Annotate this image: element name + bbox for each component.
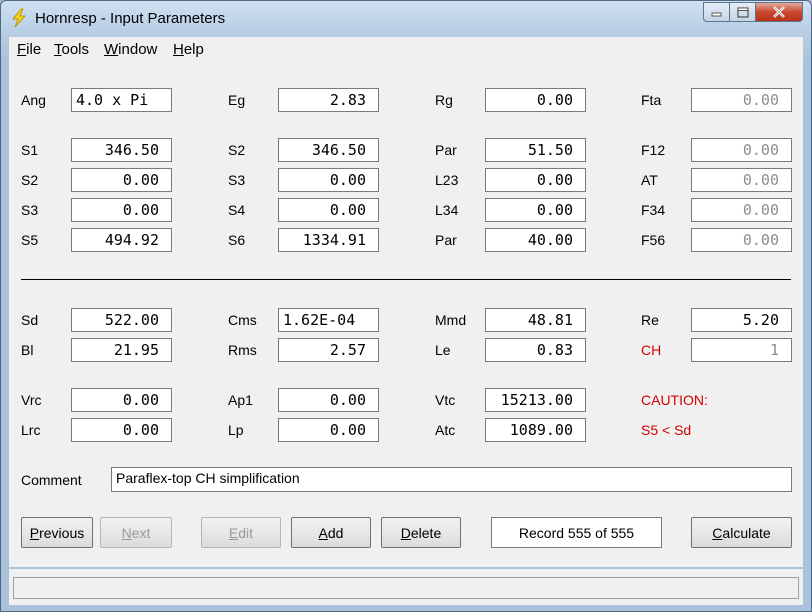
sd-field[interactable]: 522.00 xyxy=(71,308,172,332)
mmd-field[interactable]: 48.81 xyxy=(485,308,586,332)
close-button[interactable] xyxy=(756,2,803,22)
s3-second-field[interactable]: 0.00 xyxy=(71,198,172,222)
label-ang: Ang xyxy=(21,92,46,108)
f12-field: 0.00 xyxy=(691,138,792,162)
at-field: 0.00 xyxy=(691,168,792,192)
le-field[interactable]: 0.83 xyxy=(485,338,586,362)
f56-field: 0.00 xyxy=(691,228,792,252)
window-title: Hornresp - Input Parameters xyxy=(35,10,226,27)
label-le: Le xyxy=(435,342,451,358)
label-rg: Rg xyxy=(435,92,453,108)
label-re: Re xyxy=(641,312,659,328)
s2-field[interactable]: 346.50 xyxy=(278,138,379,162)
fta-field: 0.00 xyxy=(691,88,792,112)
ch-field: 1 xyxy=(691,338,792,362)
s5-field[interactable]: 494.92 xyxy=(71,228,172,252)
label-rms: Rms xyxy=(228,342,257,358)
vtc-field[interactable]: 15213.00 xyxy=(485,388,586,412)
menu-file[interactable]: File xyxy=(17,41,41,58)
lrc-field[interactable]: 0.00 xyxy=(71,418,172,442)
label-ap1: Ap1 xyxy=(228,392,253,408)
label-s6: S6 xyxy=(228,232,246,248)
label-atc: Atc xyxy=(435,422,456,438)
label-vrc: Vrc xyxy=(21,392,42,408)
s4-field[interactable]: 0.00 xyxy=(278,198,379,222)
delete-button[interactable]: Delete xyxy=(381,517,461,548)
section-divider xyxy=(21,279,791,280)
f34-field: 0.00 xyxy=(691,198,792,222)
label-bl: Bl xyxy=(21,342,34,358)
eg-field[interactable]: 2.83 xyxy=(278,88,379,112)
label-s3-second: S3 xyxy=(21,202,39,218)
ang-field[interactable]: 4.0 x Pi xyxy=(71,88,172,112)
calculate-button[interactable]: Calculate xyxy=(691,517,792,548)
ap1-field[interactable]: 0.00 xyxy=(278,388,379,412)
minimize-icon xyxy=(711,12,721,17)
menu-help[interactable]: Help xyxy=(173,41,204,58)
label-f12: F12 xyxy=(641,142,666,158)
menu-window[interactable]: Window xyxy=(104,41,157,58)
bl-field[interactable]: 21.95 xyxy=(71,338,172,362)
label-s5: S5 xyxy=(21,232,39,248)
caution-message: S5 < Sd xyxy=(641,422,692,438)
next-button: Next xyxy=(100,517,172,548)
par-field[interactable]: 51.50 xyxy=(485,138,586,162)
label-sd: Sd xyxy=(21,312,39,328)
record-indicator: Record 555 of 555 xyxy=(491,517,662,548)
label-eg: Eg xyxy=(228,92,246,108)
s3-field[interactable]: 0.00 xyxy=(278,168,379,192)
label-s2: S2 xyxy=(228,142,246,158)
label-cms: Cms xyxy=(228,312,257,328)
l34-field[interactable]: 0.00 xyxy=(485,198,586,222)
label-lp: Lp xyxy=(228,422,244,438)
add-button[interactable]: Add xyxy=(291,517,371,548)
s1-field[interactable]: 346.50 xyxy=(71,138,172,162)
maximize-icon xyxy=(737,7,748,17)
rg-field[interactable]: 0.00 xyxy=(485,88,586,112)
label-l34: L34 xyxy=(435,202,459,218)
lp-field[interactable]: 0.00 xyxy=(278,418,379,442)
comment-field[interactable]: Paraflex-top CH simplification xyxy=(111,467,792,492)
vrc-field[interactable]: 0.00 xyxy=(71,388,172,412)
cms-field[interactable]: 1.62E-04 xyxy=(278,308,379,332)
label-f56: F56 xyxy=(641,232,666,248)
label-comment: Comment xyxy=(21,472,82,488)
label-s1: S1 xyxy=(21,142,39,158)
label-mmd: Mmd xyxy=(435,312,467,328)
label-f34: F34 xyxy=(641,202,666,218)
label-s3: S3 xyxy=(228,172,246,188)
status-bar xyxy=(9,569,803,605)
previous-button[interactable]: Previous xyxy=(21,517,93,548)
status-panel xyxy=(13,577,799,599)
input-parameters-panel: Ang 4.0 x Pi Eg 2.83 Rg 0.00 Fta 0.00 S1… xyxy=(9,61,803,567)
minimize-button[interactable] xyxy=(703,2,730,22)
menu-bar: File Tools Window Help xyxy=(9,37,803,61)
label-l23: L23 xyxy=(435,172,459,188)
edit-button: Edit xyxy=(201,517,281,548)
label-lrc: Lrc xyxy=(21,422,41,438)
lightning-icon xyxy=(12,8,26,28)
label-s4: S4 xyxy=(228,202,246,218)
label-par-second: Par xyxy=(435,232,457,248)
menu-tools[interactable]: Tools xyxy=(54,41,89,58)
atc-field[interactable]: 1089.00 xyxy=(485,418,586,442)
label-s2-second: S2 xyxy=(21,172,39,188)
label-fta: Fta xyxy=(641,92,662,108)
label-par: Par xyxy=(435,142,457,158)
re-field[interactable]: 5.20 xyxy=(691,308,792,332)
caution-title: CAUTION: xyxy=(641,392,708,408)
rms-field[interactable]: 2.57 xyxy=(278,338,379,362)
par-second-field[interactable]: 40.00 xyxy=(485,228,586,252)
label-vtc: Vtc xyxy=(435,392,456,408)
s6-field[interactable]: 1334.91 xyxy=(278,228,379,252)
title-bar[interactable]: Hornresp - Input Parameters xyxy=(1,1,811,35)
s2-second-field[interactable]: 0.00 xyxy=(71,168,172,192)
label-at: AT xyxy=(641,172,658,188)
l23-field[interactable]: 0.00 xyxy=(485,168,586,192)
label-ch[interactable]: CH xyxy=(641,342,661,358)
maximize-button[interactable] xyxy=(730,2,756,22)
close-icon xyxy=(773,6,785,18)
main-window: Hornresp - Input Parameters File Tools W… xyxy=(0,0,812,612)
